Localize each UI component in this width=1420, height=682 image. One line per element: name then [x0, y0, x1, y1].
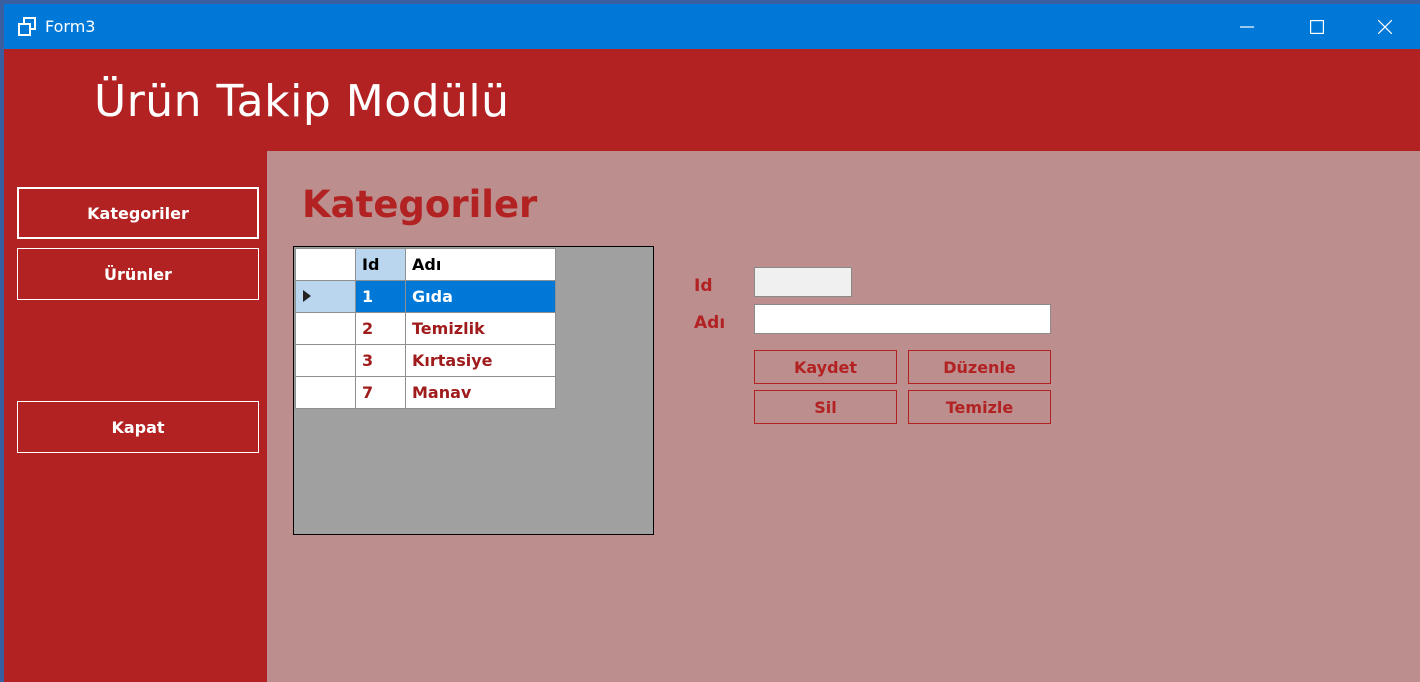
app-window-icon	[18, 17, 36, 36]
cell-name[interactable]: Temizlik	[405, 312, 556, 345]
close-icon	[1378, 19, 1392, 34]
cell-name[interactable]: Kırtasiye	[405, 344, 556, 377]
table-row[interactable]: 2 Temizlik	[295, 312, 556, 345]
row-header-corner	[295, 248, 356, 281]
content-panel: Kategoriler Id Adı 1 Gıda 2 Temizlik 3 K…	[267, 151, 1420, 682]
grid-table: Id Adı 1 Gıda 2 Temizlik 3 Kırtasiye 7 M…	[295, 248, 556, 409]
close-app-button[interactable]: Kapat	[17, 401, 259, 453]
row-header[interactable]	[295, 344, 356, 377]
cell-name[interactable]: Manav	[405, 376, 556, 409]
cell-id[interactable]: 1	[355, 280, 406, 313]
window-title: Form3	[45, 17, 96, 36]
save-button[interactable]: Kaydet	[754, 350, 897, 384]
section-title: Kategoriler	[302, 183, 538, 226]
table-row[interactable]: 1 Gıda	[295, 280, 556, 313]
column-header-id[interactable]: Id	[355, 248, 406, 281]
minimize-icon	[1240, 25, 1254, 28]
app-header: Ürün Takip Modülü	[4, 49, 1420, 151]
current-row-arrow-icon	[303, 290, 311, 302]
column-header-name[interactable]: Adı	[405, 248, 556, 281]
products-button[interactable]: Ürünler	[17, 248, 259, 300]
maximize-button[interactable]	[1282, 4, 1352, 49]
cell-name[interactable]: Gıda	[405, 280, 556, 313]
edit-button[interactable]: Düzenle	[908, 350, 1051, 384]
cell-id[interactable]: 3	[355, 344, 406, 377]
name-field[interactable]	[754, 304, 1051, 334]
delete-button[interactable]: Sil	[754, 390, 897, 424]
minimize-button[interactable]	[1212, 4, 1282, 49]
window-titlebar[interactable]: Form3	[4, 4, 1420, 49]
table-row[interactable]: 7 Manav	[295, 376, 556, 409]
close-button[interactable]	[1350, 4, 1420, 49]
categories-grid[interactable]: Id Adı 1 Gıda 2 Temizlik 3 Kırtasiye 7 M…	[293, 246, 654, 535]
clear-button[interactable]: Temizle	[908, 390, 1051, 424]
row-header[interactable]	[295, 376, 356, 409]
app-title: Ürün Takip Modülü	[94, 76, 510, 127]
row-header[interactable]	[295, 280, 356, 313]
sidebar: Kategoriler Ürünler Kapat	[4, 151, 267, 682]
id-field[interactable]	[754, 267, 852, 297]
row-header[interactable]	[295, 312, 356, 345]
maximize-icon	[1310, 19, 1324, 34]
id-label: Id	[694, 276, 713, 296]
table-row[interactable]: 3 Kırtasiye	[295, 344, 556, 377]
cell-id[interactable]: 7	[355, 376, 406, 409]
grid-header-row: Id Adı	[295, 248, 556, 281]
categories-button[interactable]: Kategoriler	[17, 187, 259, 239]
cell-id[interactable]: 2	[355, 312, 406, 345]
app-window: Form3 Ürün Takip Modülü Kategoriler Ürün…	[4, 4, 1420, 682]
name-label: Adı	[694, 313, 726, 333]
